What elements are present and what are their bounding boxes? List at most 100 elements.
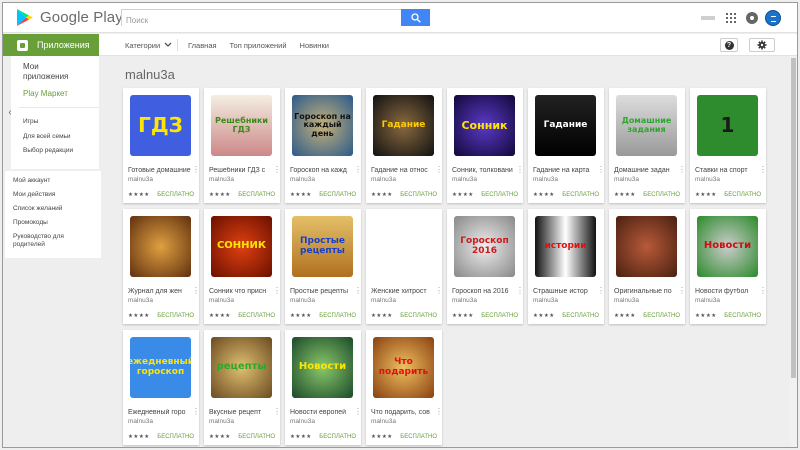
app-developer[interactable]: malnu3a	[452, 176, 477, 183]
more-options-icon[interactable]: ⋮	[516, 287, 524, 295]
app-icon-image[interactable]: Новости	[292, 337, 353, 398]
app-card[interactable]: Что подарить Что подарить, сов ⋮ malnu3a ★★★…	[366, 330, 443, 445]
app-card[interactable]: 1 Ставки на спорт ⋮ malnu3a ★★★★ БЕСПЛАТНО	[690, 88, 767, 203]
app-icon-image[interactable]	[373, 216, 434, 277]
app-icon-image[interactable]: Гадание	[373, 95, 434, 156]
app-card[interactable]: истории Страшные истор ⋮ malnu3a ★★★★ БЕСПЛАТ…	[528, 209, 605, 324]
app-card[interactable]: Простые рецепты Простые рецепты ⋮ malnu3a ★★…	[285, 209, 362, 324]
app-title[interactable]: Гадание на карта	[533, 167, 600, 174]
more-options-icon[interactable]: ⋮	[435, 408, 443, 416]
app-developer[interactable]: malnu3a	[209, 418, 234, 425]
app-icon-image[interactable]: Домашние задания	[616, 95, 677, 156]
app-title[interactable]: Страшные истор	[533, 288, 600, 295]
app-developer[interactable]: malnu3a	[371, 418, 396, 425]
more-options-icon[interactable]: ⋮	[273, 408, 281, 416]
sidebar-item-wishlist[interactable]: Список желаний	[13, 205, 62, 213]
collapse-sidebar-icon[interactable]: ‹	[5, 105, 15, 121]
app-icon-image[interactable]: ГДЗ	[130, 95, 191, 156]
app-card[interactable]: Новости Новости европей ⋮ malnu3a ★★★★ БЕСПЛА…	[285, 330, 362, 445]
app-card[interactable]: Решебники ГДЗ Решебники ГДЗ с ⋮ malnu3a ★★★★…	[204, 88, 281, 203]
app-title[interactable]: Вкусные рецепт	[209, 409, 276, 416]
apps-grid-icon[interactable]	[726, 13, 736, 23]
sidebar-item-games[interactable]: Игры	[23, 118, 38, 125]
sidebar-item-parent-guide[interactable]: Руководство для родителей	[13, 233, 79, 249]
help-button[interactable]: ?	[720, 38, 738, 52]
app-icon-image[interactable]: Простые рецепты	[292, 216, 353, 277]
app-developer[interactable]: malnu3a	[695, 176, 720, 183]
nav-top-apps[interactable]: Топ приложений	[230, 41, 287, 50]
search-box[interactable]	[121, 9, 403, 28]
more-options-icon[interactable]: ⋮	[273, 287, 281, 295]
app-card[interactable]: Сонник Сонник, толковани ⋮ malnu3a ★★★★ БЕСПЛ…	[447, 88, 524, 203]
app-card[interactable]: Домашние задания Домашние задан ⋮ malnu3a ★★…	[609, 88, 686, 203]
app-developer[interactable]: malnu3a	[533, 297, 558, 304]
app-card[interactable]: Женские хитрост ⋮ malnu3a ★★★★ БЕСПЛАТНО	[366, 209, 443, 324]
search-input[interactable]	[122, 13, 402, 28]
app-card[interactable]: ГДЗ Готовые домашние ⋮ malnu3a ★★★★ БЕСПЛАТНО	[123, 88, 200, 203]
app-developer[interactable]: malnu3a	[614, 176, 639, 183]
app-title[interactable]: Оригинальные по	[614, 288, 681, 295]
app-card[interactable]: Журнал для жен ⋮ malnu3a ★★★★ БЕСПЛАТНО	[123, 209, 200, 324]
app-developer[interactable]: malnu3a	[371, 176, 396, 183]
more-options-icon[interactable]: ⋮	[597, 287, 605, 295]
more-options-icon[interactable]: ⋮	[516, 166, 524, 174]
sidebar-item-my-account[interactable]: Мой аккаунт	[13, 177, 50, 185]
app-developer[interactable]: malnu3a	[290, 176, 315, 183]
more-options-icon[interactable]: ⋮	[678, 287, 686, 295]
more-options-icon[interactable]: ⋮	[597, 166, 605, 174]
app-developer[interactable]: malnu3a	[614, 297, 639, 304]
app-title[interactable]: Женские хитрост	[371, 288, 438, 295]
more-options-icon[interactable]: ⋮	[759, 287, 767, 295]
app-developer[interactable]: malnu3a	[209, 176, 234, 183]
sidebar-item-my-activity[interactable]: Мои действия	[13, 191, 55, 199]
more-options-icon[interactable]: ⋮	[678, 166, 686, 174]
app-developer[interactable]: malnu3a	[533, 176, 558, 183]
app-card[interactable]: рецепты Вкусные рецепт ⋮ malnu3a ★★★★ БЕСПЛАТ…	[204, 330, 281, 445]
more-options-icon[interactable]: ⋮	[354, 166, 362, 174]
app-title[interactable]: Простые рецепты	[290, 288, 357, 295]
more-options-icon[interactable]: ⋮	[354, 287, 362, 295]
nav-home[interactable]: Главная	[188, 41, 217, 50]
app-icon-image[interactable]: Гадание	[535, 95, 596, 156]
app-card[interactable]: Гороскоп 2016 Гороскоп на 2016 ⋮ malnu3a ★★★…	[447, 209, 524, 324]
sidebar-my-apps[interactable]: Мои приложения	[23, 62, 83, 82]
app-title[interactable]: Что подарить, сов	[371, 409, 438, 416]
app-icon-image[interactable]: Что подарить	[373, 337, 434, 398]
app-icon-image[interactable]: Решебники ГДЗ	[211, 95, 272, 156]
app-card[interactable]: ежедневный гороскоп Ежедневный горо ⋮ malnu…	[123, 330, 200, 445]
nav-new[interactable]: Новинки	[300, 41, 329, 50]
sidebar-item-family[interactable]: Для всей семьи	[23, 133, 71, 140]
app-title[interactable]: Новости европей	[290, 409, 357, 416]
app-developer[interactable]: malnu3a	[128, 297, 153, 304]
settings-button[interactable]	[749, 38, 775, 52]
app-card[interactable]: Новости Новости футбол ⋮ malnu3a ★★★★ БЕСПЛАТ…	[690, 209, 767, 324]
app-developer[interactable]: malnu3a	[128, 176, 153, 183]
more-options-icon[interactable]: ⋮	[435, 166, 443, 174]
app-icon-image[interactable]: Сонник	[454, 95, 515, 156]
app-developer[interactable]: malnu3a	[209, 297, 234, 304]
app-icon-image[interactable]: истории	[535, 216, 596, 277]
sidebar-item-promo-codes[interactable]: Промокоды	[13, 219, 48, 227]
app-card[interactable]: Гадание Гадание на карта ⋮ malnu3a ★★★★ БЕСПЛ…	[528, 88, 605, 203]
app-developer[interactable]: malnu3a	[290, 297, 315, 304]
app-icon-image[interactable]: Гороскоп 2016	[454, 216, 515, 277]
more-options-icon[interactable]: ⋮	[759, 166, 767, 174]
app-developer[interactable]: malnu3a	[128, 418, 153, 425]
app-icon-image[interactable]	[616, 216, 677, 277]
app-title[interactable]: Сонник, толковани	[452, 167, 519, 174]
app-developer[interactable]: malnu3a	[695, 297, 720, 304]
app-developer[interactable]: malnu3a	[290, 418, 315, 425]
app-title[interactable]: Готовые домашние	[128, 167, 195, 174]
sidebar-item-editors-choice[interactable]: Выбор редакции	[23, 147, 73, 154]
notifications-icon[interactable]	[746, 12, 758, 24]
app-icon-image[interactable]: Гороскоп на каждый день	[292, 95, 353, 156]
app-developer[interactable]: malnu3a	[452, 297, 477, 304]
more-options-icon[interactable]: ⋮	[354, 408, 362, 416]
app-card[interactable]: СОННИК Сонник что присн ⋮ malnu3a ★★★★ БЕСПЛА…	[204, 209, 281, 324]
search-button[interactable]	[401, 9, 430, 26]
app-title[interactable]: Гороскоп на кажд	[290, 167, 357, 174]
page-scrollbar[interactable]	[790, 56, 797, 447]
account-avatar[interactable]	[765, 10, 781, 26]
app-icon-image[interactable]: Новости	[697, 216, 758, 277]
app-card[interactable]: Оригинальные по ⋮ malnu3a ★★★★ БЕСПЛАТНО	[609, 209, 686, 324]
